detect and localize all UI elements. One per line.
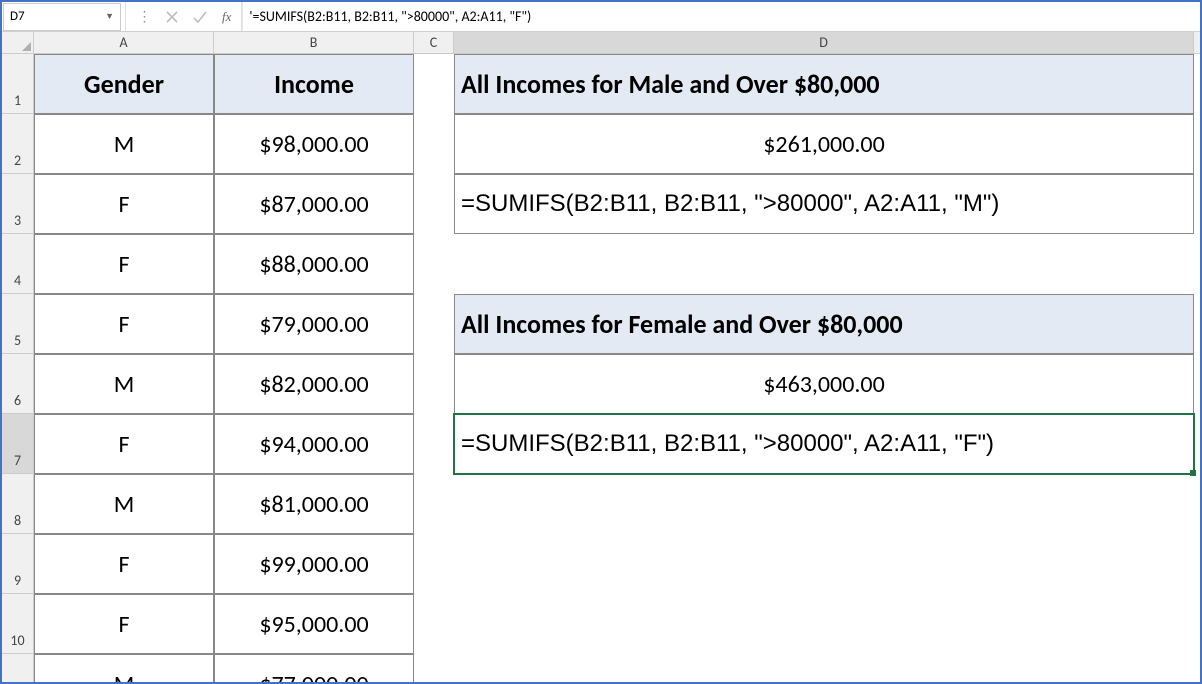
fx-icon[interactable]: fx: [218, 2, 242, 31]
cell-C7[interactable]: [414, 414, 454, 474]
cell-B5[interactable]: $79,000.00: [214, 294, 414, 354]
cell-D7[interactable]: =SUMIFS(B2:B11, B2:B11, ">80000", A2:A11…: [454, 414, 1194, 474]
rows-container: 1 Gender Income All Incomes for Male and…: [2, 54, 1200, 682]
more-icon[interactable]: ⋮: [130, 4, 158, 30]
select-all-corner[interactable]: [2, 32, 34, 53]
cell-C6[interactable]: [414, 354, 454, 414]
row-header-5[interactable]: 5: [2, 294, 34, 354]
cell-A4[interactable]: F: [34, 234, 214, 294]
cell-D11[interactable]: [454, 654, 1194, 682]
cell-D6[interactable]: $463,000.00: [454, 354, 1194, 414]
cell-B6[interactable]: $82,000.00: [214, 354, 414, 414]
name-box-value: D7: [10, 9, 25, 24]
cell-A1[interactable]: Gender: [34, 54, 214, 114]
cell-D8[interactable]: [454, 474, 1194, 534]
cell-C3[interactable]: [414, 174, 454, 234]
formula-input[interactable]: [249, 8, 1194, 25]
cell-B1[interactable]: Income: [214, 54, 414, 114]
cell-B2[interactable]: $98,000.00: [214, 114, 414, 174]
formula-bar-buttons: ⋮: [125, 2, 218, 31]
row-11: 11 M $77,000.00: [2, 654, 1200, 682]
cell-D5[interactable]: All Incomes for Female and Over $80,000: [454, 294, 1194, 354]
row-header-2[interactable]: 2: [2, 114, 34, 174]
cell-C11[interactable]: [414, 654, 454, 682]
row-1: 1 Gender Income All Incomes for Male and…: [2, 54, 1200, 114]
row-header-8[interactable]: 8: [2, 474, 34, 534]
cell-D4[interactable]: [454, 234, 1194, 294]
name-box[interactable]: D7 ▼: [3, 3, 121, 31]
col-header-C[interactable]: C: [414, 32, 454, 53]
cell-C9[interactable]: [414, 534, 454, 594]
row-6: 6 M $82,000.00 $463,000.00: [2, 354, 1200, 414]
row-header-10[interactable]: 10: [2, 594, 34, 654]
row-9: 9 F $99,000.00: [2, 534, 1200, 594]
cell-C1[interactable]: [414, 54, 454, 114]
cell-B8[interactable]: $81,000.00: [214, 474, 414, 534]
row-header-7[interactable]: 7: [2, 414, 34, 474]
row-3: 3 F $87,000.00 =SUMIFS(B2:B11, B2:B11, "…: [2, 174, 1200, 234]
cell-A6[interactable]: M: [34, 354, 214, 414]
cell-D10[interactable]: [454, 594, 1194, 654]
row-8: 8 M $81,000.00: [2, 474, 1200, 534]
cell-A7[interactable]: F: [34, 414, 214, 474]
cell-C2[interactable]: [414, 114, 454, 174]
row-header-9[interactable]: 9: [2, 534, 34, 594]
col-header-D[interactable]: D: [454, 32, 1194, 53]
cancel-icon[interactable]: [158, 4, 186, 30]
cell-A10[interactable]: F: [34, 594, 214, 654]
row-header-11[interactable]: 11: [2, 654, 34, 682]
row-header-3[interactable]: 3: [2, 174, 34, 234]
col-header-B[interactable]: B: [214, 32, 414, 53]
cell-C10[interactable]: [414, 594, 454, 654]
cell-D9[interactable]: [454, 534, 1194, 594]
name-box-dropdown-icon[interactable]: ▼: [105, 11, 114, 22]
cell-A8[interactable]: M: [34, 474, 214, 534]
row-5: 5 F $79,000.00 All Incomes for Female an…: [2, 294, 1200, 354]
cell-B9[interactable]: $99,000.00: [214, 534, 414, 594]
cell-C4[interactable]: [414, 234, 454, 294]
cell-D1[interactable]: All Incomes for Male and Over $80,000: [454, 54, 1194, 114]
row-7: 7 F $94,000.00 =SUMIFS(B2:B11, B2:B11, "…: [2, 414, 1200, 474]
cell-B11[interactable]: $77,000.00: [214, 654, 414, 682]
row-header-6[interactable]: 6: [2, 354, 34, 414]
spreadsheet-grid: A B C D 1 Gender Income All Incomes for …: [2, 32, 1200, 682]
cell-A5[interactable]: F: [34, 294, 214, 354]
cell-C5[interactable]: [414, 294, 454, 354]
cell-A9[interactable]: F: [34, 534, 214, 594]
row-header-4[interactable]: 4: [2, 234, 34, 294]
cell-D2[interactable]: $261,000.00: [454, 114, 1194, 174]
col-header-A[interactable]: A: [34, 32, 214, 53]
formula-bar: D7 ▼ ⋮ fx: [2, 2, 1200, 32]
cell-B10[interactable]: $95,000.00: [214, 594, 414, 654]
cell-D3[interactable]: =SUMIFS(B2:B11, B2:B11, ">80000", A2:A11…: [454, 174, 1194, 234]
row-10: 10 F $95,000.00: [2, 594, 1200, 654]
formula-input-wrap: [242, 2, 1200, 31]
cell-A11[interactable]: M: [34, 654, 214, 682]
cell-A2[interactable]: M: [34, 114, 214, 174]
column-headers: A B C D: [2, 32, 1200, 54]
cell-A3[interactable]: F: [34, 174, 214, 234]
fill-handle[interactable]: [1190, 470, 1196, 476]
cell-B3[interactable]: $87,000.00: [214, 174, 414, 234]
enter-icon[interactable]: [186, 4, 214, 30]
cell-B4[interactable]: $88,000.00: [214, 234, 414, 294]
row-2: 2 M $98,000.00 $261,000.00: [2, 114, 1200, 174]
cell-C8[interactable]: [414, 474, 454, 534]
row-header-1[interactable]: 1: [2, 54, 34, 114]
row-4: 4 F $88,000.00: [2, 234, 1200, 294]
cell-B7[interactable]: $94,000.00: [214, 414, 414, 474]
